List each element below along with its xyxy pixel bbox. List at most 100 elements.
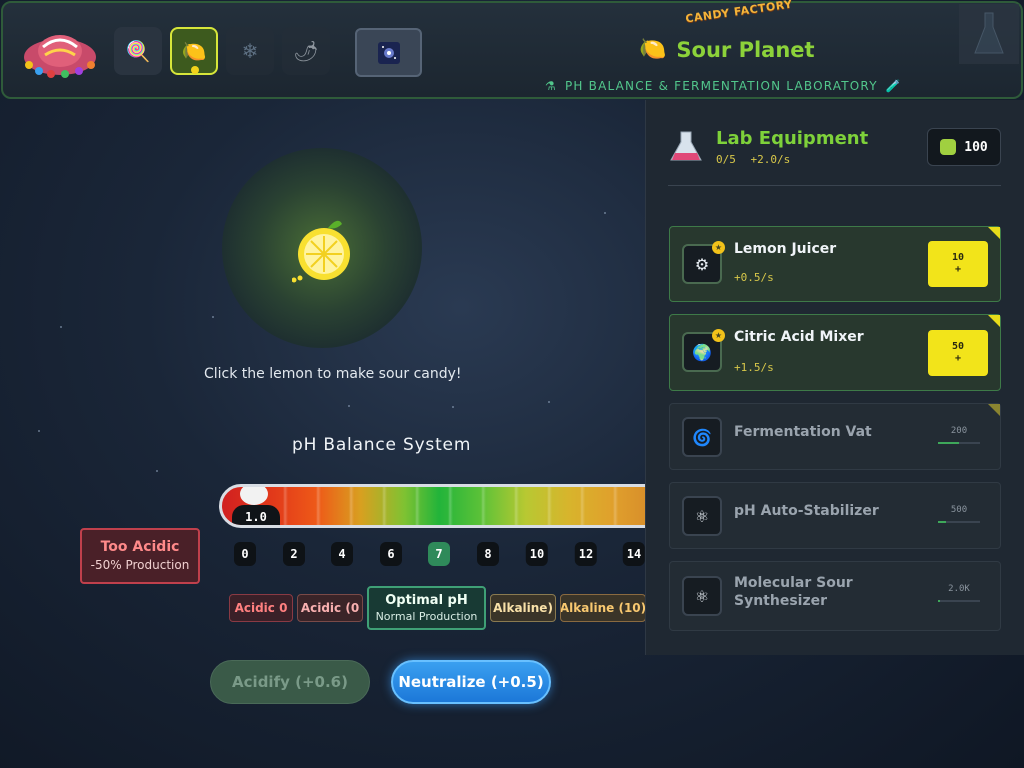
buy-cost: 10 bbox=[951, 252, 965, 263]
lemon-icon bbox=[292, 220, 350, 283]
coin-icon bbox=[940, 139, 957, 155]
upgrade-cost: 500 bbox=[938, 505, 980, 523]
swirl-icon: 🌀 bbox=[682, 417, 722, 457]
buy-cost: 50 bbox=[951, 341, 965, 352]
ph-section-title: pH Balance System bbox=[292, 435, 472, 455]
lab-equipment-panel: Lab Equipment 0/5 +2.0/s 100 ⚙ ★ Lemon Ju… bbox=[645, 100, 1024, 655]
star-icon: ★ bbox=[712, 241, 725, 254]
ph-tick-2: 2 bbox=[283, 542, 305, 566]
factory-logo-text: CANDY FACTORY bbox=[684, 0, 794, 26]
planet-button-lollipop[interactable]: 🍭 bbox=[114, 27, 162, 75]
ph-tick-8: 8 bbox=[477, 542, 499, 566]
upgrade-name-line2: Synthesizer bbox=[734, 593, 828, 609]
flask-icon bbox=[670, 131, 702, 161]
panel-stats: 0/5 +2.0/s bbox=[716, 153, 868, 166]
galaxy-map-button[interactable] bbox=[355, 28, 422, 77]
zone-acidic-strong: Acidic 0 bbox=[229, 594, 293, 622]
upgrade-corner-marker bbox=[988, 227, 1000, 239]
cost-progress-fill bbox=[938, 521, 947, 523]
upgrade-name-line1: Molecular Sour bbox=[734, 575, 853, 591]
optimal-sub: Normal Production bbox=[375, 610, 478, 623]
coin-amount: 100 bbox=[964, 139, 988, 155]
ph-tick-14: 14 bbox=[622, 542, 646, 566]
planet-button-sour[interactable]: 🍋 bbox=[170, 27, 218, 75]
chili-icon: 🌶 bbox=[293, 39, 319, 63]
galaxy-icon bbox=[377, 41, 400, 64]
ph-value: 1.0 bbox=[232, 505, 280, 525]
planet-button-ice[interactable]: ❄ bbox=[226, 27, 274, 75]
ph-meter: 1.0 bbox=[219, 484, 659, 528]
cost-progress-fill bbox=[938, 600, 941, 602]
cost-value: 500 bbox=[950, 505, 968, 515]
buy-citric-acid-mixer-button[interactable]: 50 + bbox=[928, 330, 988, 376]
upgrade-corner-marker bbox=[988, 404, 1000, 416]
subtitle-text: PH BALANCE & FERMENTATION LABORATORY bbox=[564, 79, 878, 93]
buy-plus: + bbox=[954, 264, 962, 275]
ph-tick-6: 6 bbox=[380, 542, 402, 566]
upgrade-name: pH Auto-Stabilizer bbox=[734, 503, 879, 519]
zone-optimal: Optimal pH Normal Production bbox=[367, 586, 486, 630]
upgrade-ph-auto-stabilizer[interactable]: ⚛ pH Auto-Stabilizer 500 bbox=[669, 482, 1001, 549]
lemon-icon: 🍋 bbox=[639, 37, 667, 62]
upgrade-name: Molecular Sour Synthesizer bbox=[734, 574, 853, 610]
upgrade-name: Citric Acid Mixer bbox=[734, 329, 864, 345]
cost-value: 200 bbox=[950, 426, 968, 436]
globe-icon: 🌍 ★ bbox=[682, 329, 725, 372]
optimal-title: Optimal pH bbox=[385, 593, 468, 608]
upgrade-molecular-sour-synthesizer[interactable]: ⚛ Molecular Sour Synthesizer 2.0K bbox=[669, 561, 1001, 631]
production-rate: +2.0/s bbox=[750, 153, 791, 166]
cost-progress-bar bbox=[938, 521, 980, 523]
status-effect: -50% Production bbox=[90, 558, 190, 572]
ph-tick-7: 7 bbox=[428, 542, 450, 566]
upgrade-cost: 2.0K bbox=[938, 584, 980, 602]
lemon-click-target[interactable] bbox=[222, 148, 422, 348]
lab-subtitle: ⚗ PH BALANCE & FERMENTATION LABORATORY 🧪 bbox=[545, 79, 902, 93]
active-indicator bbox=[191, 66, 199, 74]
panel-divider bbox=[668, 185, 1001, 186]
panel-header: Lab Equipment 0/5 +2.0/s bbox=[668, 128, 868, 166]
neutralize-button[interactable]: Neutralize (+0.5) bbox=[391, 660, 551, 704]
lemon-icon: 🍋 bbox=[181, 39, 207, 63]
cost-progress-bar bbox=[938, 442, 980, 444]
panel-title: Lab Equipment bbox=[716, 128, 869, 149]
ph-status-badge: Too Acidic -50% Production bbox=[80, 528, 200, 584]
upgrade-lemon-juicer[interactable]: ⚙ ★ Lemon Juicer +0.5/s 10 + bbox=[669, 226, 1001, 302]
lollipop-icon: 🍭 bbox=[125, 39, 151, 63]
planet-title: 🍋 Sour Planet bbox=[639, 37, 815, 62]
upgrade-rate: +1.5/s bbox=[734, 361, 774, 374]
candy-logo bbox=[24, 35, 96, 78]
cost-progress-bar bbox=[938, 600, 980, 602]
buy-lemon-juicer-button[interactable]: 10 + bbox=[928, 241, 988, 287]
gear-icon: ⚙ ★ bbox=[682, 241, 725, 284]
planet-button-spicy[interactable]: 🌶 bbox=[282, 27, 330, 75]
upgrade-name: Lemon Juicer bbox=[734, 241, 837, 257]
zone-alkaline-strong: Alkaline (10) bbox=[560, 594, 646, 622]
flask-decoration-icon bbox=[959, 4, 1019, 64]
coin-counter: 100 bbox=[927, 128, 1001, 166]
zone-acidic: Acidic (0 bbox=[297, 594, 363, 622]
ph-tick-12: 12 bbox=[574, 542, 598, 566]
acidify-button[interactable]: Acidify (+0.6) bbox=[210, 660, 370, 704]
top-header: 🍭 🍋 ❄ 🌶 CANDY FACTORY 🍋 Sour Planet ⚗ PH… bbox=[1, 0, 1023, 99]
click-hint: Click the lemon to make sour candy! bbox=[204, 366, 462, 382]
upgrade-cost: 200 bbox=[938, 426, 980, 444]
planet-name: Sour Planet bbox=[676, 37, 815, 62]
cost-value: 2.0K bbox=[948, 584, 970, 594]
atom-icon: ⚛ bbox=[682, 576, 722, 616]
ph-slider-knob bbox=[240, 487, 268, 505]
upgrade-fermentation-vat[interactable]: 🌀 Fermentation Vat 200 bbox=[669, 403, 1001, 470]
buy-plus: + bbox=[954, 353, 962, 364]
upgrade-name: Fermentation Vat bbox=[734, 424, 872, 440]
flask-icon: ⚗ bbox=[545, 79, 557, 93]
atom-icon: ⚛ bbox=[682, 496, 722, 536]
ph-tick-4: 4 bbox=[331, 542, 353, 566]
status-title: Too Acidic bbox=[100, 539, 180, 555]
upgrade-citric-acid-mixer[interactable]: 🌍 ★ Citric Acid Mixer +1.5/s 50 + bbox=[669, 314, 1001, 391]
zone-alkaline: Alkaline) bbox=[490, 594, 556, 622]
upgrade-corner-marker bbox=[988, 315, 1000, 327]
upgrade-rate: +0.5/s bbox=[734, 271, 774, 284]
cost-progress-fill bbox=[938, 442, 959, 444]
test-tube-icon: 🧪 bbox=[885, 79, 902, 93]
star-icon: ★ bbox=[712, 329, 725, 342]
snowflake-icon: ❄ bbox=[241, 39, 259, 63]
